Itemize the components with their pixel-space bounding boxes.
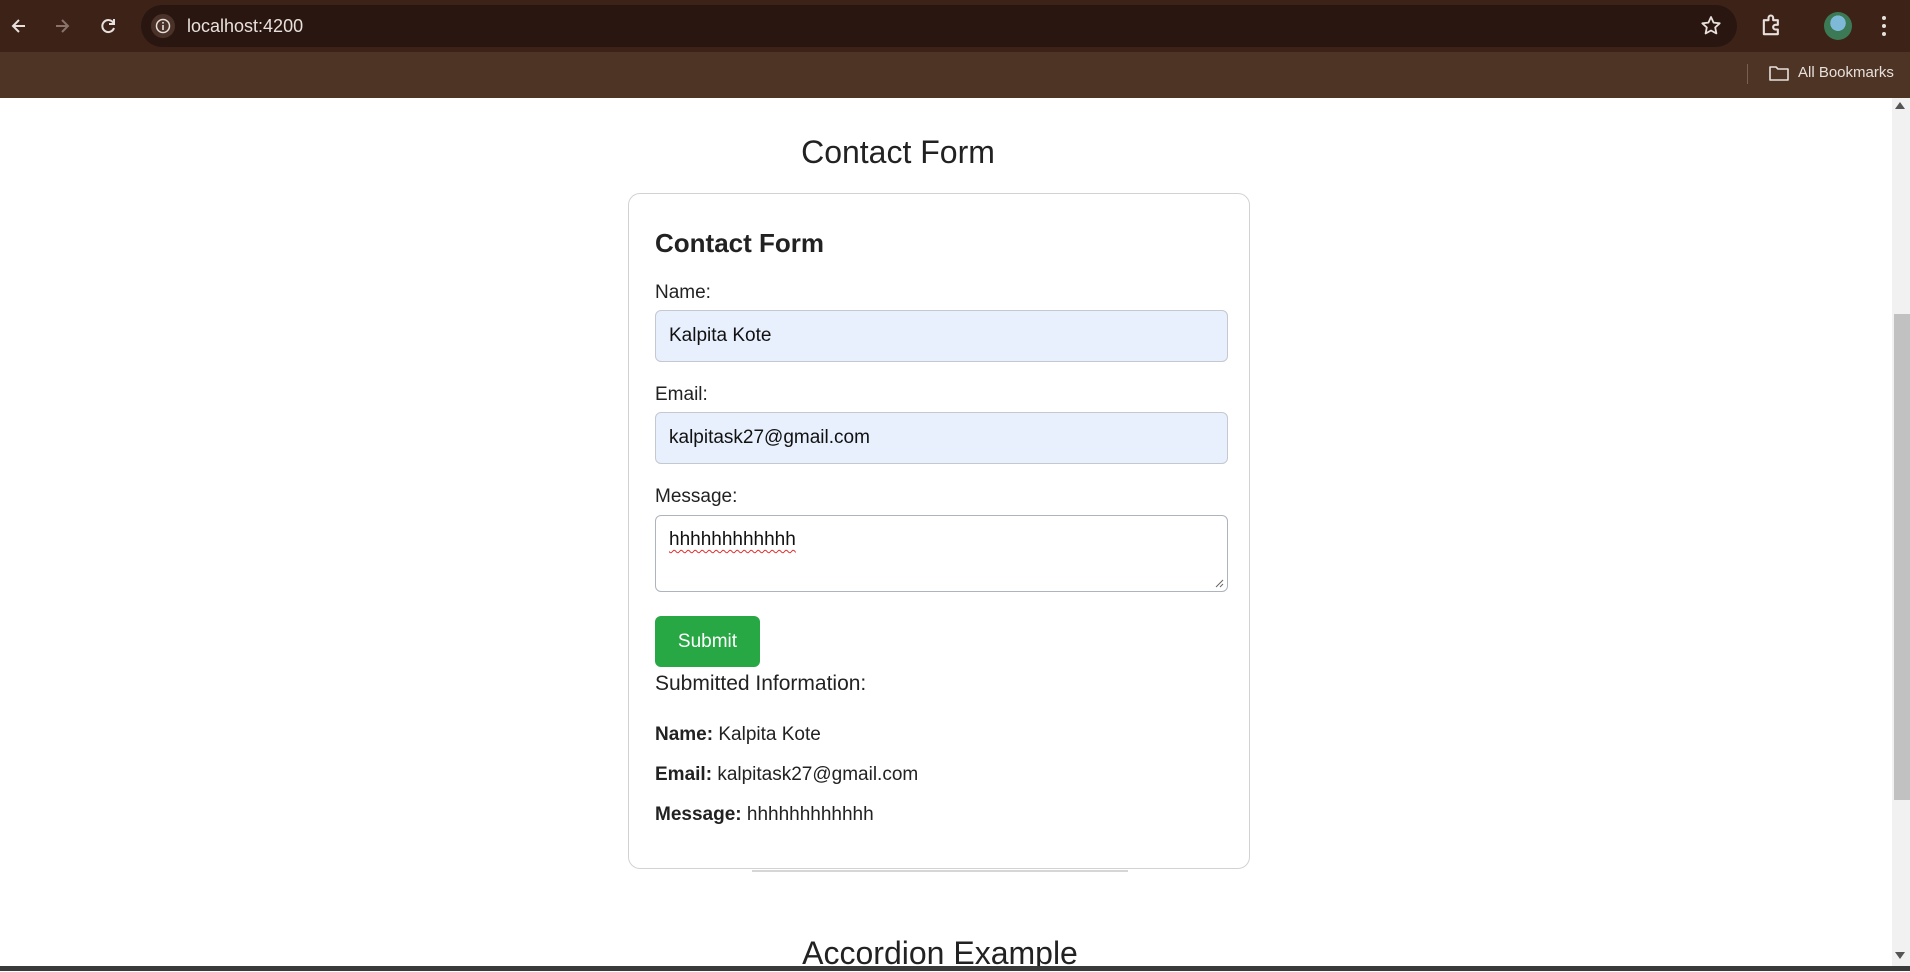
star-icon[interactable] <box>1699 14 1723 38</box>
scroll-down-arrow-icon[interactable] <box>1895 952 1905 959</box>
reload-icon[interactable] <box>92 10 124 42</box>
resize-handle-icon[interactable] <box>1214 578 1224 588</box>
contact-form-card: Contact Form Name: Kalpita Kote Email: k… <box>628 193 1250 869</box>
bookmarks-bar <box>0 52 1910 98</box>
bookmarks-divider <box>1747 64 1748 84</box>
message-text: hhhhhhhhhhhh <box>669 529 796 550</box>
scroll-up-arrow-icon[interactable] <box>1895 102 1905 109</box>
kebab-menu-icon[interactable] <box>1872 12 1896 40</box>
message-label: Message: <box>655 486 738 507</box>
all-bookmarks-link[interactable]: All Bookmarks <box>1798 64 1894 81</box>
window-bottom-edge <box>0 966 1910 971</box>
page-title: Contact Form <box>801 134 995 170</box>
name-input[interactable]: Kalpita Kote <box>655 310 1228 362</box>
submitted-email-value: kalpitask27@gmail.com <box>717 764 919 785</box>
submitted-name-key: Name: <box>655 724 714 745</box>
forward-arrow-icon[interactable] <box>46 10 78 42</box>
address-bar[interactable]: localhost:4200 <box>141 5 1737 47</box>
browser-toolbar: localhost:4200 <box>0 0 1910 52</box>
message-textarea[interactable]: hhhhhhhhhhhh <box>655 515 1228 592</box>
address-bar-url[interactable]: localhost:4200 <box>187 16 303 37</box>
profile-avatar[interactable] <box>1824 12 1852 40</box>
puzzle-icon[interactable] <box>1758 12 1786 40</box>
folder-icon[interactable] <box>1768 63 1790 83</box>
name-label: Name: <box>655 282 711 303</box>
submitted-message: Message: hhhhhhhhhhhh <box>655 804 874 826</box>
form-title: Contact Form <box>655 228 824 258</box>
scrollbar-thumb[interactable] <box>1894 314 1910 800</box>
submitted-message-key: Message: <box>655 804 742 825</box>
submit-button[interactable]: Submit <box>655 616 760 667</box>
submitted-name: Name: Kalpita Kote <box>655 724 821 746</box>
submitted-email-key: Email: <box>655 764 713 785</box>
submitted-name-value: Kalpita Kote <box>718 724 821 745</box>
email-label: Email: <box>655 384 708 405</box>
back-arrow-icon[interactable] <box>3 10 35 42</box>
submitted-email: Email: kalpitask27@gmail.com <box>655 764 918 786</box>
submitted-heading: Submitted Information: <box>655 672 867 695</box>
submitted-message-value: hhhhhhhhhhhh <box>746 804 874 825</box>
email-input[interactable]: kalpitask27@gmail.com <box>655 412 1228 464</box>
info-icon[interactable] <box>151 14 175 38</box>
divider <box>752 870 1128 872</box>
